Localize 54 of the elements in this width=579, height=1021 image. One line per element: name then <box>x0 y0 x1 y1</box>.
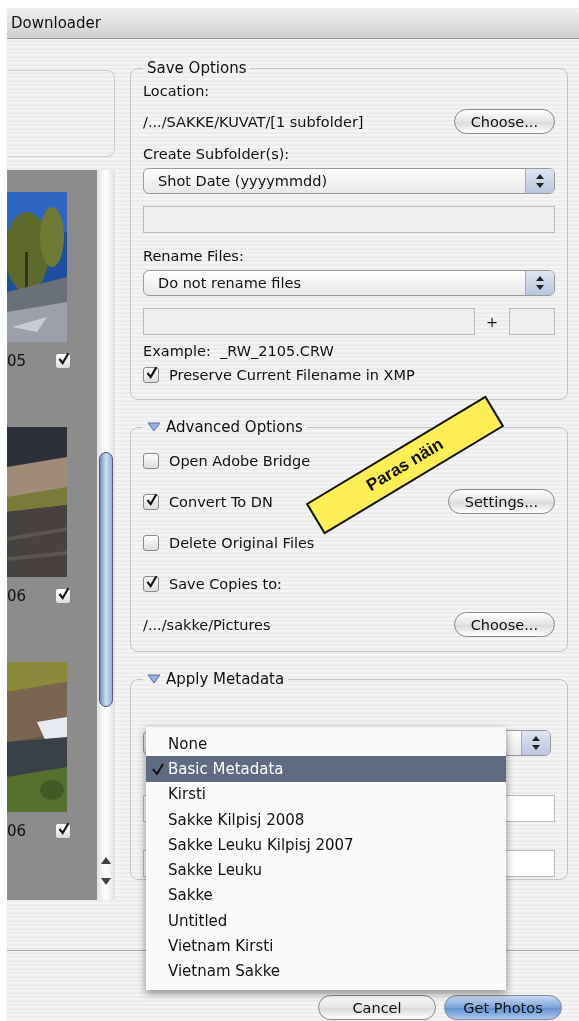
stepper-arrows-icon <box>525 271 554 295</box>
menu-item[interactable]: Basic Metadata <box>146 756 506 782</box>
thumbnail-label: 06 <box>7 822 27 840</box>
stepper-arrows-icon <box>525 169 554 193</box>
menu-item[interactable]: None <box>146 731 506 757</box>
scrollbar[interactable] <box>97 170 115 900</box>
menu-item[interactable]: Sakke Kilpisj 2008 <box>146 806 506 833</box>
group-title: Save Options <box>146 59 248 77</box>
scroll-thumb[interactable] <box>99 452 113 707</box>
checkbox[interactable] <box>143 493 159 510</box>
checkbox[interactable] <box>55 353 71 369</box>
rename-dropdown[interactable]: Do not rename files <box>143 270 555 296</box>
input-field[interactable] <box>509 308 555 335</box>
checkbox[interactable] <box>143 575 159 592</box>
menu-item[interactable]: Sakke Leuku <box>146 857 506 883</box>
menu-item[interactable]: Untitled <box>146 908 506 934</box>
plus-sign: + <box>485 313 499 330</box>
example-text: Example: _RW_2105.CRW <box>143 343 335 359</box>
group-title: Apply Metadata <box>166 670 285 688</box>
choose-button[interactable]: Choose... <box>453 109 555 134</box>
checkbox-label: Preserve Current Filename in XMP <box>169 367 415 383</box>
checkmark-icon <box>152 763 164 776</box>
checkbox[interactable] <box>143 534 159 551</box>
disclosure-triangle-icon[interactable] <box>147 422 161 432</box>
thumbnail-label: 05 <box>7 352 27 370</box>
window-title: Downloader <box>11 14 101 32</box>
rename-label: Rename Files: <box>143 248 245 264</box>
choose-button[interactable]: Choose... <box>453 612 555 637</box>
thumbnail-label: 06 <box>7 587 27 605</box>
input-field[interactable] <box>143 206 555 233</box>
input-field[interactable] <box>143 308 475 335</box>
location-label: Location: <box>143 83 211 99</box>
disclosure-triangle-icon[interactable] <box>147 674 161 684</box>
menu-item[interactable]: Vietnam Sakke <box>146 958 506 984</box>
save-path: /.../sakke/Pictures <box>143 616 271 633</box>
primary-button[interactable]: Get Photos <box>444 995 562 1020</box>
checkbox-label: Save Copies to: <box>169 575 282 592</box>
menu-item[interactable]: Kirsti <box>146 781 506 807</box>
group-title: Advanced Options <box>166 418 303 436</box>
checkbox[interactable] <box>143 452 159 469</box>
location-path: /.../SAKKE/KUVAT/[1 subfolder] <box>143 113 364 130</box>
cancel-button[interactable]: Cancel <box>318 995 436 1020</box>
checkbox[interactable] <box>143 367 159 383</box>
checkbox[interactable] <box>55 823 71 839</box>
subfolder-label: Create Subfolder(s): <box>143 146 291 162</box>
menu-item[interactable]: Sakke <box>146 882 506 909</box>
checkbox-label: Convert To DN <box>169 493 273 510</box>
menu-item[interactable]: Vietnam Kirsti <box>146 933 506 959</box>
checkbox[interactable] <box>55 588 71 604</box>
settings-button[interactable]: Settings... <box>447 489 555 514</box>
stepper-arrows-icon <box>521 731 550 755</box>
menu-item[interactable]: Sakke Leuku Kilpisj 2007 <box>146 832 506 858</box>
subfolder-dropdown[interactable]: Shot Date (yyyymmdd) <box>143 168 555 194</box>
checkbox-label: Delete Original Files <box>169 534 315 551</box>
